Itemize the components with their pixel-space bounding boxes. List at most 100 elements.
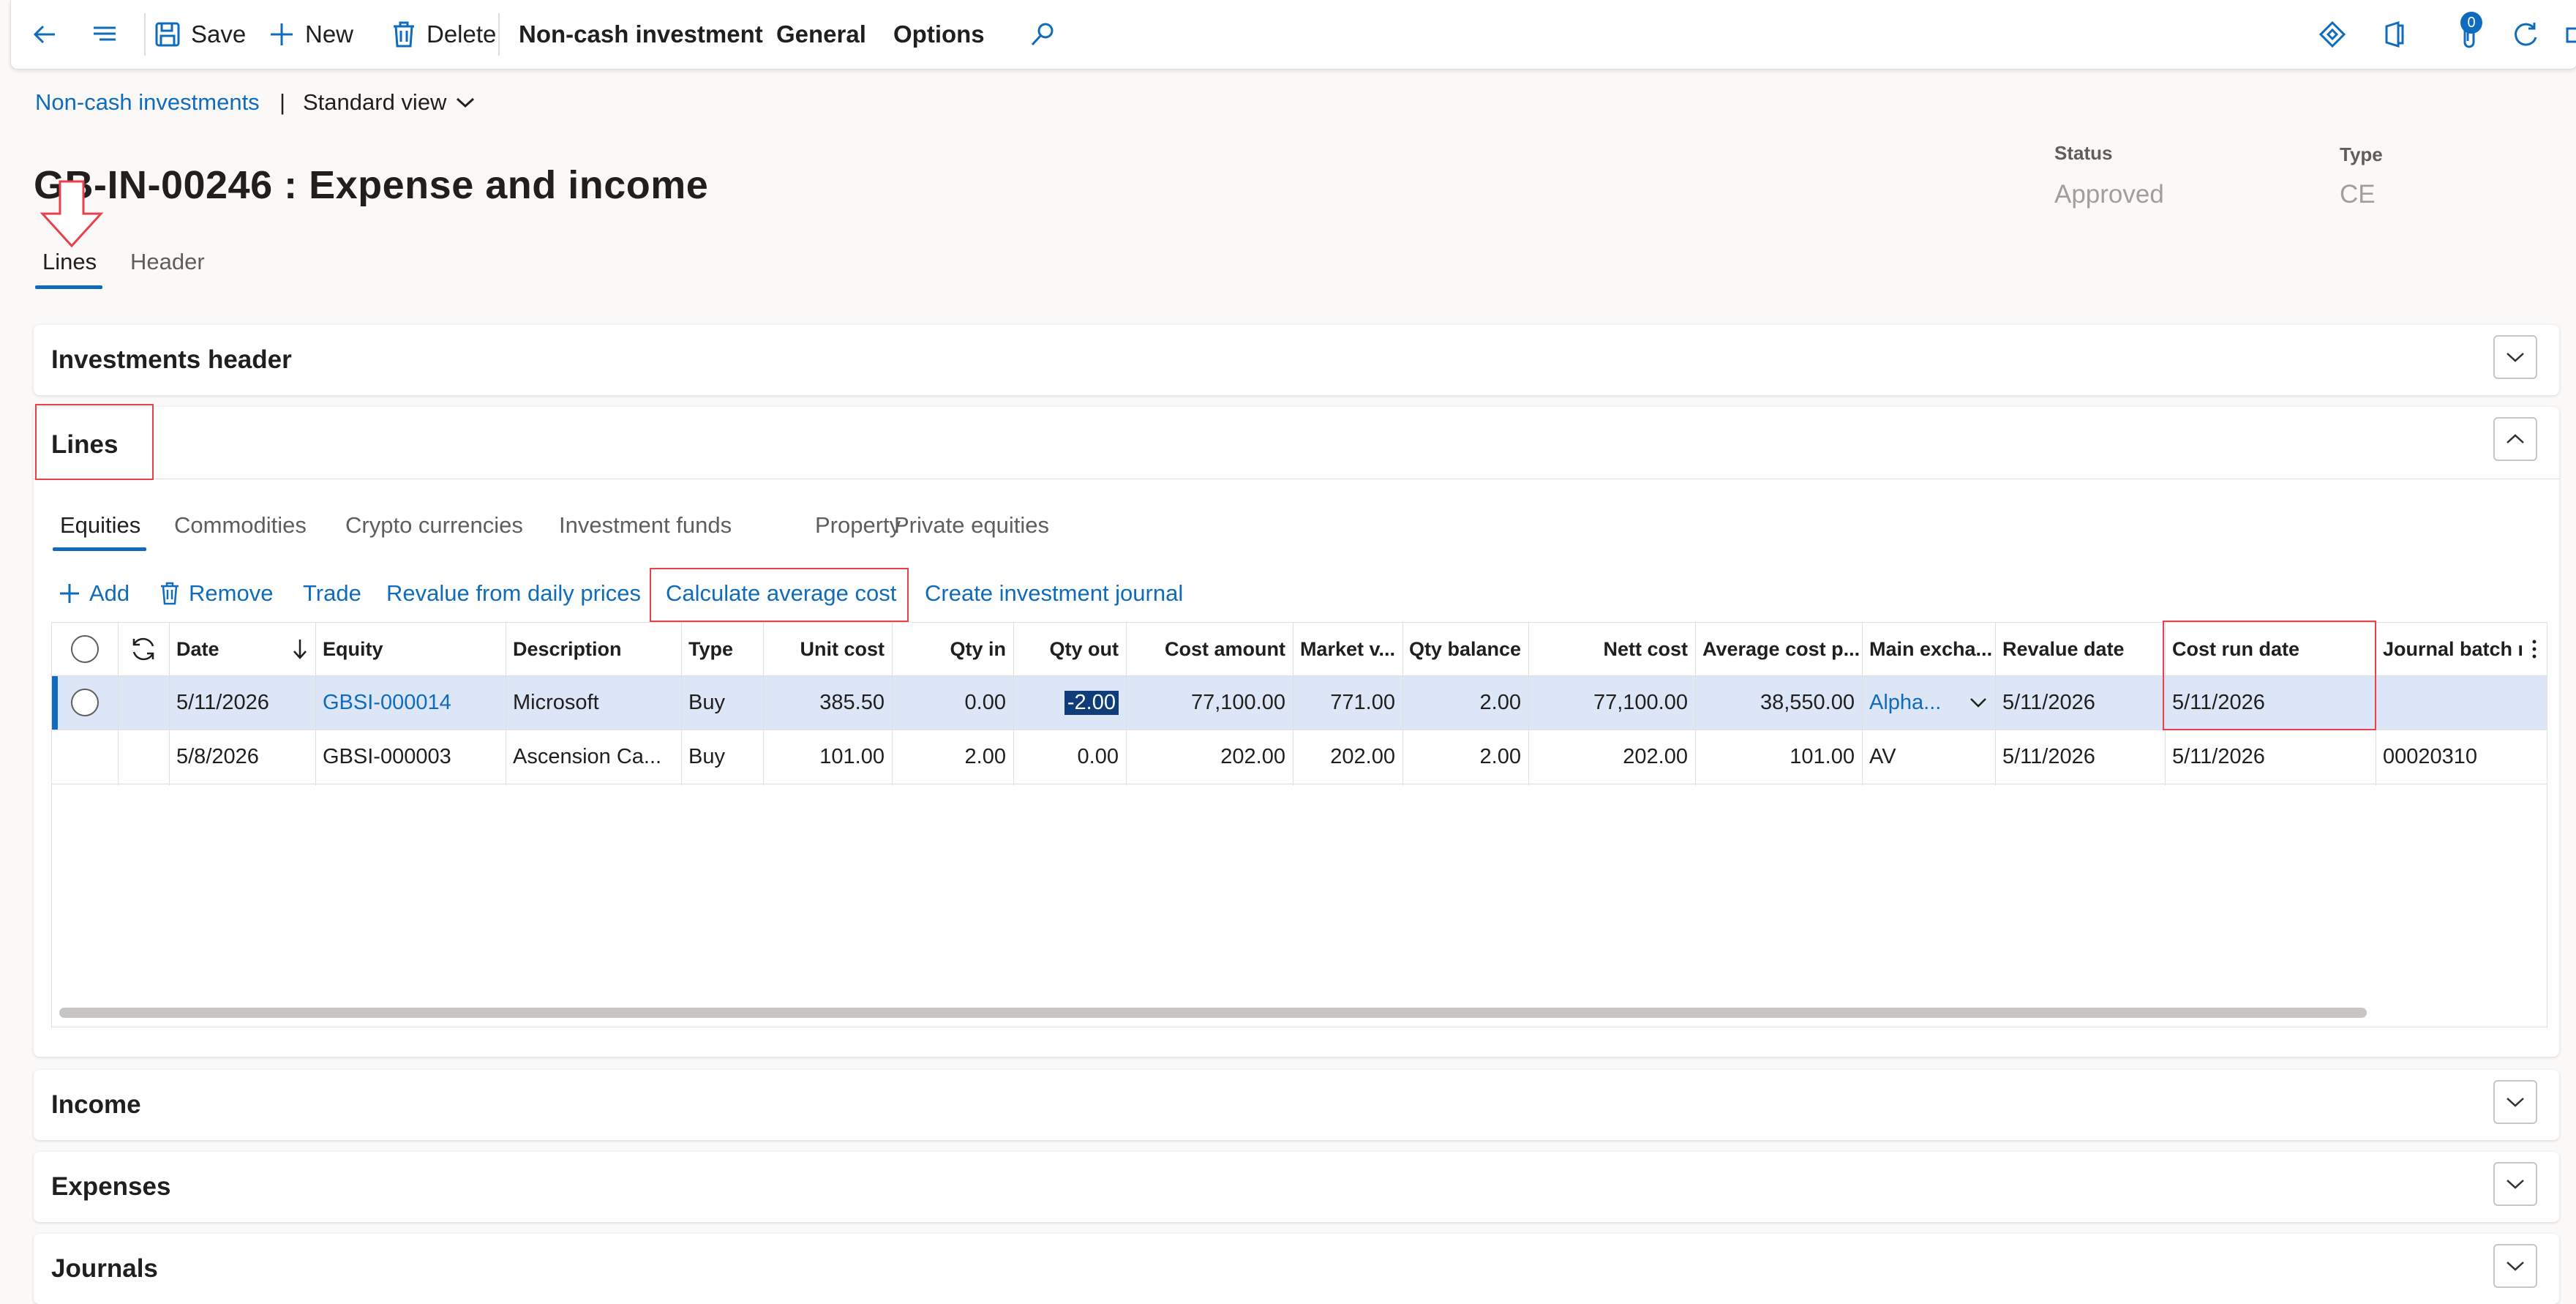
delete-button[interactable]: Delete — [391, 0, 496, 69]
cell-equity[interactable]: GBSI-000003 — [315, 730, 506, 784]
cell-date[interactable]: 5/8/2026 — [169, 730, 315, 784]
new-button[interactable]: New — [269, 0, 353, 69]
col-header-journal-batch[interactable]: Journal batch n — [2376, 623, 2522, 675]
expand-button[interactable] — [2493, 1080, 2537, 1124]
cell-unit-cost[interactable]: 385.50 — [763, 675, 892, 730]
open-in-new-window-icon[interactable] — [2557, 18, 2576, 51]
col-header-average-cost[interactable]: Average cost p... — [1695, 623, 1862, 675]
tab-header[interactable]: Header — [130, 249, 205, 275]
cell-qty-out[interactable]: 0.00 — [1013, 730, 1126, 784]
cell-qty-in[interactable]: 2.00 — [892, 730, 1013, 784]
cell-cost-amount[interactable]: 202.00 — [1126, 730, 1293, 784]
cell-nett-cost[interactable]: 202.00 — [1528, 730, 1695, 784]
col-header-type[interactable]: Type — [681, 623, 763, 675]
col-header-qty-balance[interactable]: Qty balance — [1402, 623, 1528, 675]
annotation-box-cost-run-date — [2163, 621, 2376, 730]
select-all-checkbox[interactable] — [52, 623, 118, 675]
col-header-market-value[interactable]: Market v... — [1293, 623, 1402, 675]
refresh-icon[interactable] — [2509, 18, 2542, 51]
save-label: Save — [191, 20, 247, 48]
cell-journal-batch[interactable]: 00020310 — [2376, 730, 2547, 784]
expand-button[interactable] — [2493, 335, 2537, 379]
cell-qty-out-input[interactable]: -2.00 — [1013, 675, 1126, 730]
cell-type[interactable]: Buy — [681, 730, 763, 784]
trash-icon — [159, 582, 180, 605]
col-header-main-exchange[interactable]: Main excha... — [1862, 623, 1995, 675]
cell-equity-link[interactable]: GBSI-000014 — [315, 675, 506, 730]
cell-qty-balance[interactable]: 2.00 — [1402, 730, 1528, 784]
cell-average-cost[interactable]: 38,550.00 — [1695, 675, 1862, 730]
view-selector[interactable]: Standard view — [303, 89, 476, 116]
cell-qty-in[interactable]: 0.00 — [892, 675, 1013, 730]
investments-header-fasttab[interactable]: Investments header — [34, 325, 2559, 395]
menu-general[interactable]: General — [776, 0, 866, 69]
col-header-revalue-date[interactable]: Revalue date — [1995, 623, 2165, 675]
col-header-qty-in[interactable]: Qty in — [892, 623, 1013, 675]
horizontal-scrollbar[interactable] — [59, 1008, 2367, 1018]
back-arrow-icon — [30, 20, 59, 49]
cell-main-exchange[interactable]: AV — [1862, 730, 1995, 784]
hamburger-menu-button[interactable] — [90, 0, 129, 69]
menu-non-cash-investment[interactable]: Non-cash investment — [519, 0, 763, 69]
delete-label: Delete — [427, 20, 497, 48]
col-header-nett-cost[interactable]: Nett cost — [1528, 623, 1695, 675]
cell-type[interactable]: Buy — [681, 675, 763, 730]
tab-commodities[interactable]: Commodities — [174, 512, 307, 539]
cell-revalue-date[interactable]: 5/11/2026 — [1995, 730, 2165, 784]
cell-cost-run-date[interactable]: 5/11/2026 — [2165, 730, 2376, 784]
menu-options[interactable]: Options — [893, 0, 985, 69]
cell-description[interactable]: Microsoft — [506, 675, 681, 730]
diamond-icon[interactable] — [2316, 18, 2349, 51]
journals-fasttab[interactable]: Journals — [34, 1234, 2559, 1304]
col-header-date-label: Date — [176, 637, 219, 660]
collapse-button[interactable] — [2493, 417, 2537, 461]
office-icon[interactable] — [2377, 18, 2411, 51]
cell-revalue-date[interactable]: 5/11/2026 — [1995, 675, 2165, 730]
save-button[interactable]: Save — [154, 0, 246, 69]
refresh-grid-button[interactable] — [118, 623, 169, 675]
col-header-date[interactable]: Date — [169, 623, 315, 675]
add-button[interactable]: Add — [59, 580, 129, 607]
cell-description[interactable]: Ascension Ca... — [506, 730, 681, 784]
cell-journal-batch[interactable] — [2376, 675, 2547, 730]
cell-cost-amount[interactable]: 77,100.00 — [1126, 675, 1293, 730]
tab-property[interactable]: Property — [815, 512, 901, 539]
chevron-up-icon — [2505, 432, 2526, 446]
search-icon — [1029, 21, 1056, 48]
expenses-fasttab[interactable]: Expenses — [34, 1152, 2559, 1222]
chevron-down-icon — [2505, 351, 2526, 364]
row-select-radio[interactable] — [52, 675, 118, 730]
tab-investment-funds[interactable]: Investment funds — [559, 512, 732, 539]
col-header-qty-out[interactable]: Qty out — [1013, 623, 1126, 675]
cell-qty-balance[interactable]: 2.00 — [1402, 675, 1528, 730]
col-header-description[interactable]: Description — [506, 623, 681, 675]
col-header-equity[interactable]: Equity — [315, 623, 506, 675]
col-header-cost-amount[interactable]: Cost amount — [1126, 623, 1293, 675]
cell-date[interactable]: 5/11/2026 — [169, 675, 315, 730]
cell-unit-cost[interactable]: 101.00 — [763, 730, 892, 784]
tab-equities[interactable]: Equities — [60, 512, 140, 539]
cell-market-value[interactable]: 771.00 — [1293, 675, 1402, 730]
tab-lines[interactable]: Lines — [42, 249, 97, 275]
chevron-down-icon — [1969, 696, 1988, 709]
col-header-unit-cost[interactable]: Unit cost — [763, 623, 892, 675]
create-investment-journal-button[interactable]: Create investment journal — [925, 580, 1183, 607]
journals-title: Journals — [51, 1254, 158, 1283]
search-button[interactable] — [1029, 0, 1066, 69]
expand-button[interactable] — [2493, 1162, 2537, 1206]
income-fasttab[interactable]: Income — [34, 1070, 2559, 1140]
back-button[interactable] — [30, 0, 70, 69]
cell-main-exchange-dropdown[interactable]: Alpha... — [1862, 675, 1995, 730]
trade-button[interactable]: Trade — [303, 580, 361, 607]
cell-average-cost[interactable]: 101.00 — [1695, 730, 1862, 784]
cell-market-value[interactable]: 202.00 — [1293, 730, 1402, 784]
cell-nett-cost[interactable]: 77,100.00 — [1528, 675, 1695, 730]
more-columns-icon[interactable] — [2522, 623, 2547, 675]
subtab-active-indicator — [53, 547, 146, 551]
tab-private-equities[interactable]: Private equities — [894, 512, 1049, 539]
tab-crypto-currencies[interactable]: Crypto currencies — [345, 512, 523, 539]
revalue-button[interactable]: Revalue from daily prices — [386, 580, 641, 607]
remove-button[interactable]: Remove — [159, 580, 273, 607]
breadcrumb-link[interactable]: Non-cash investments — [35, 89, 260, 116]
expand-button[interactable] — [2493, 1244, 2537, 1288]
